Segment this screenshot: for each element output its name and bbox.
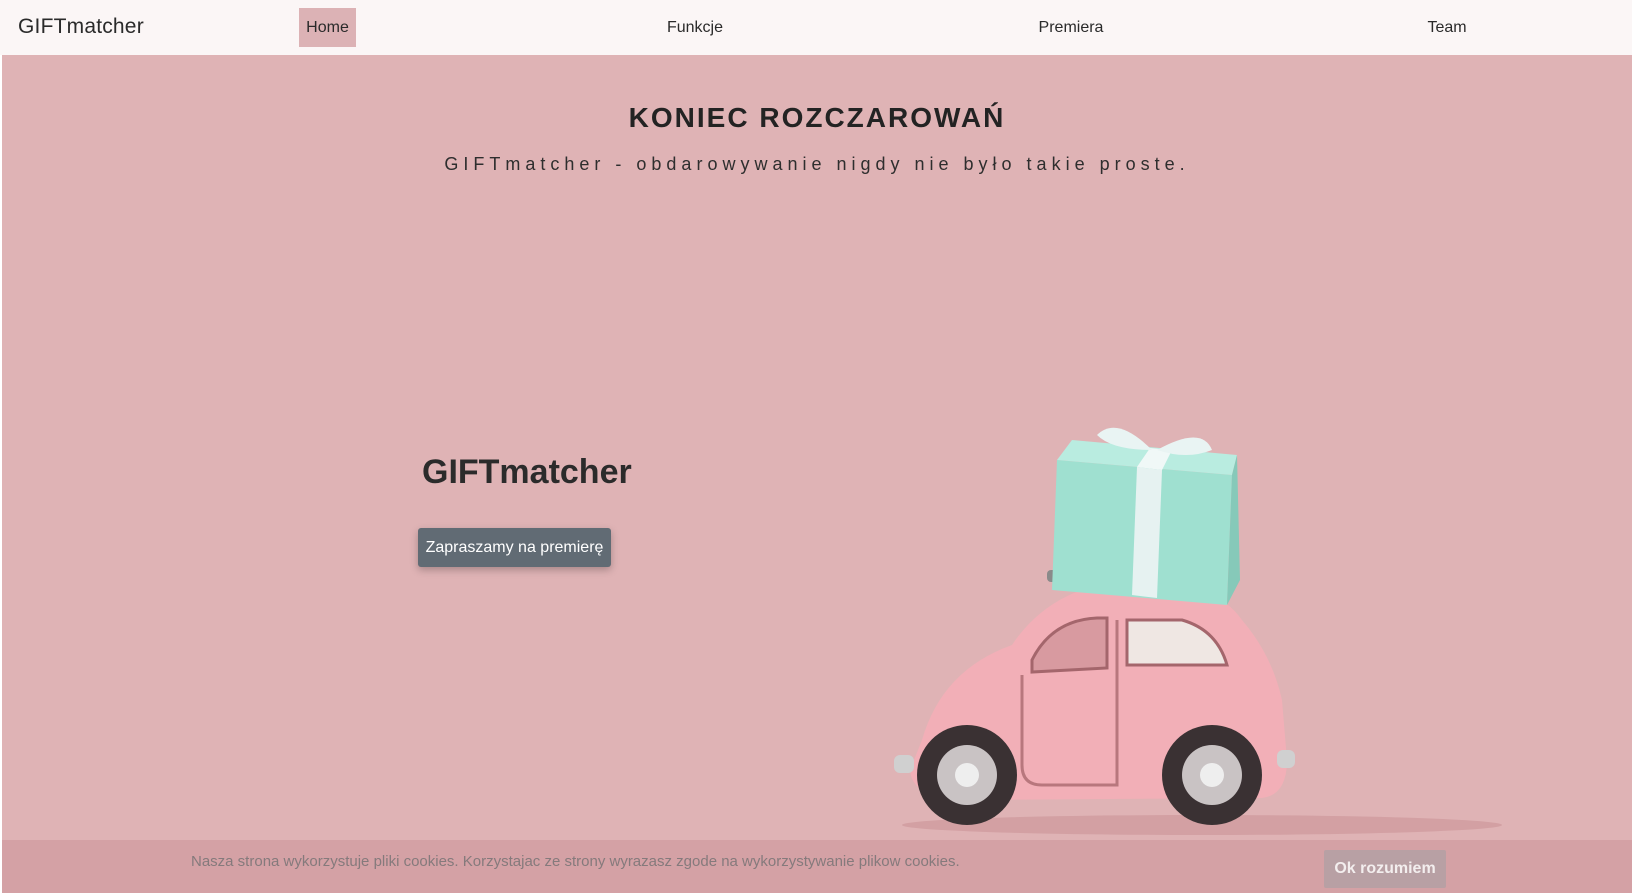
premiere-button[interactable]: Zapraszamy na premierę: [418, 528, 611, 567]
cookie-accept-button[interactable]: Ok rozumiem: [1324, 850, 1446, 888]
nav-item-funkcje[interactable]: Funkcje: [654, 8, 736, 47]
nav-item-premiera[interactable]: Premiera: [1030, 8, 1112, 47]
brand-logo[interactable]: GIFTmatcher: [18, 15, 144, 39]
hero-title: KONIEC ROZCZAROWAŃ: [628, 102, 1006, 133]
hero-section: KONIEC ROZCZAROWAŃ GIFTmatcher - obdarow…: [2, 55, 1632, 893]
nav-item-home[interactable]: Home: [299, 8, 356, 47]
cookie-notice-text: Nasza strona wykorzystuje pliki cookies.…: [191, 853, 960, 870]
hero-subtitle: GIFTmatcher - obdarowywanie nigdy nie by…: [444, 154, 1190, 174]
navbar: GIFTmatcher Home Funkcje Premiera Team: [0, 0, 1632, 55]
cookie-bar: Nasza strona wykorzystuje pliki cookies.…: [2, 840, 1632, 893]
nav-item-team[interactable]: Team: [1412, 8, 1482, 47]
pink-car-with-gift-icon: [894, 427, 1502, 835]
hero-brand-title: GIFTmatcher: [422, 453, 632, 491]
